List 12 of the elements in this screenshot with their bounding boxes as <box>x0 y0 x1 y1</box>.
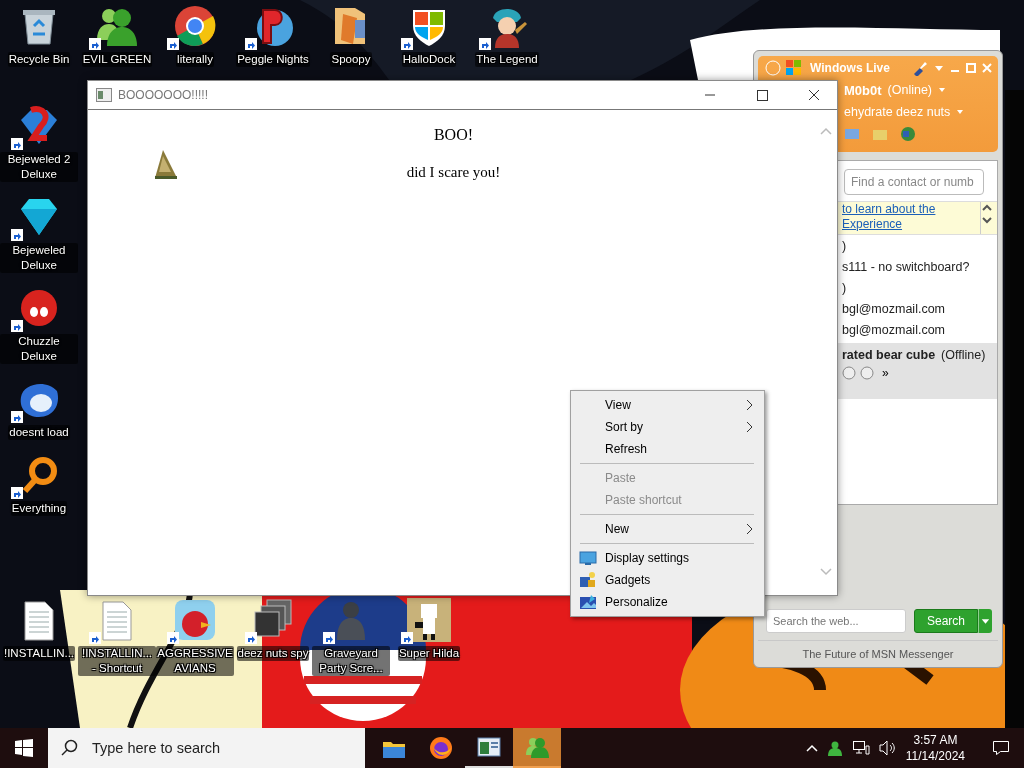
clock-time[interactable]: 3:57 AM <box>913 732 958 748</box>
people-icon[interactable] <box>826 740 843 756</box>
chevron-up-icon[interactable] <box>805 744 818 752</box>
notification-icon[interactable] <box>992 740 1010 756</box>
search-icon <box>60 739 78 757</box>
volume-icon[interactable] <box>878 740 897 756</box>
browser-icon[interactable] <box>429 736 453 760</box>
taskbar-search-field[interactable]: Type here to search <box>48 728 365 768</box>
window-icon[interactable] <box>477 735 501 759</box>
windows-icon <box>15 739 33 757</box>
network-icon[interactable] <box>851 740 870 756</box>
clock-date[interactable]: 11/14/2024 <box>905 748 965 764</box>
